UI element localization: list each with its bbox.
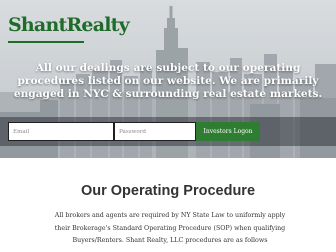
shant-realty-logo[interactable]: ShantRealty: [8, 13, 130, 47]
logo-text: ShantRealty: [8, 14, 130, 36]
hero-tagline: All our dealings are subject to our oper…: [13, 62, 323, 100]
logo-underline: [8, 41, 84, 43]
password-input[interactable]: [114, 122, 196, 141]
investors-logon-button[interactable]: Investors Logon: [196, 122, 260, 141]
section-title: Our Operating Procedure: [80, 183, 256, 199]
section-body-text: All brokers and agents are required by N…: [54, 212, 286, 244]
email-input[interactable]: [8, 122, 114, 141]
